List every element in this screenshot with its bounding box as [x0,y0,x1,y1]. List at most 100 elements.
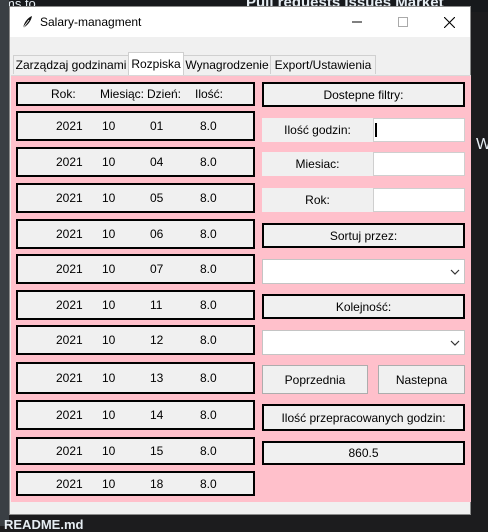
row-year: 2021 [56,371,83,385]
row-day: 13 [150,371,164,385]
row-month: 10 [102,371,116,385]
filters-header: Dostepne filtry: [262,82,465,107]
row-month: 10 [102,408,116,422]
header-amount: Ilość: [195,87,224,101]
row-day: 18 [150,476,164,491]
row-amount: 8.0 [200,371,217,385]
table-header: Rok: Miesiąc: Dzień: Ilość: [16,82,255,106]
row-year: 2021 [56,119,83,133]
maximize-button[interactable] [380,7,426,37]
row-day: 12 [150,333,164,347]
chevron-down-icon [450,269,460,275]
previous-button[interactable]: Poprzednia [262,365,368,394]
row-month: 10 [102,476,116,491]
row-amount: 8.0 [200,191,217,205]
table-row: 2021 10 11 8.0 [16,290,255,320]
maximize-icon [398,17,408,27]
row-amount: 8.0 [200,155,217,169]
next-button[interactable]: Nastepna [378,365,465,394]
rozpiska-panel: Rok: Miesiąc: Dzień: Ilość: 2021 10 01 8… [11,75,471,502]
row-day: 11 [150,298,163,312]
row-amount: 8.0 [200,476,217,491]
row-month: 10 [102,262,116,276]
table-row: 2021 10 06 8.0 [16,219,255,249]
row-day: 06 [150,227,164,241]
row-amount: 8.0 [200,333,217,347]
window-title: Salary-managment [40,15,142,29]
header-day: Dzień: [147,87,182,101]
sort-by-label: Sortuj przez: [262,223,465,248]
table-row: 2021 10 13 8.0 [16,362,255,394]
close-icon [443,16,455,28]
row-amount: 8.0 [200,298,217,312]
row-day: 14 [150,408,164,422]
header-month: Miesiąc: [100,87,145,101]
row-amount: 8.0 [200,119,217,133]
feather-icon [22,16,32,29]
minimize-icon [352,21,362,23]
row-year: 2021 [56,408,83,422]
text-cursor [375,123,377,137]
row-day: 01 [150,119,164,133]
row-amount: 8.0 [200,262,217,276]
row-month: 10 [102,227,116,241]
row-year: 2021 [56,444,83,458]
tab-label: Wynagrodzenie [185,58,269,72]
sort-by-dropdown[interactable] [262,259,465,284]
worked-hours-value: 860.5 [262,441,465,465]
table-row: 2021 10 04 8.0 [16,147,255,177]
row-year: 2021 [56,298,83,312]
tab-label: Zarządzaj godzinami [15,58,127,72]
header-year: Rok: [51,87,76,101]
row-day: 07 [150,262,164,276]
row-day: 05 [150,191,164,205]
row-year: 2021 [56,155,83,169]
minimize-button[interactable] [334,7,380,37]
row-month: 10 [102,119,116,133]
row-day: 15 [150,444,164,458]
row-amount: 8.0 [200,408,217,422]
year-filter-label: Rok: [262,188,373,212]
background-left-strip [0,0,9,526]
table-row: 2021 10 05 8.0 [16,183,255,213]
table-row: 2021 10 01 8.0 [16,111,255,141]
table-row: 2021 10 15 8.0 [16,437,255,465]
close-button[interactable] [426,7,472,37]
order-dropdown[interactable] [262,330,465,355]
row-month: 10 [102,191,116,205]
month-filter-input[interactable] [373,152,465,176]
tab-label: Rozpiska [131,57,181,71]
row-month: 10 [102,298,116,312]
hours-filter-input[interactable] [373,118,465,142]
row-amount: 8.0 [200,444,217,458]
row-day: 04 [150,155,164,169]
row-year: 2021 [56,191,83,205]
chevron-down-icon [450,340,460,346]
table-row: 2021 10 12 8.0 [16,325,255,355]
worked-hours-label: Ilość przepracowanych godzin: [262,404,465,431]
tab-rozpiska[interactable]: Rozpiska [128,52,184,75]
row-month: 10 [102,155,116,169]
table-row: 2021 10 07 8.0 [16,254,255,284]
row-year: 2021 [56,227,83,241]
order-label: Kolejność: [262,294,465,319]
title-bar[interactable]: Salary-managment [10,7,470,37]
row-month: 10 [102,333,116,347]
row-month: 10 [102,444,116,458]
table-row: 2021 10 18 8.0 [16,471,255,496]
row-year: 2021 [56,262,83,276]
table-row: 2021 10 14 8.0 [16,400,255,430]
row-year: 2021 [56,476,83,491]
tab-zarzadzaj-godzinami[interactable]: Zarządzaj godzinami [13,55,129,74]
app-window: Salary-managment Zarządzaj godzinami Roz… [9,6,471,515]
tab-label: Export/Ustawienia [274,58,372,72]
background-side-letter: W [476,136,488,153]
row-amount: 8.0 [200,227,217,241]
row-year: 2021 [56,333,83,347]
background-bottom-text: README.md [4,517,84,532]
tab-export-ustawienia[interactable]: Export/Ustawienia [270,55,376,74]
year-filter-input[interactable] [373,188,465,212]
month-filter-label: Miesiac: [262,152,373,176]
hours-filter-label: Ilość godzin: [262,118,373,142]
tab-wynagrodzenie[interactable]: Wynagrodzenie [183,55,271,74]
